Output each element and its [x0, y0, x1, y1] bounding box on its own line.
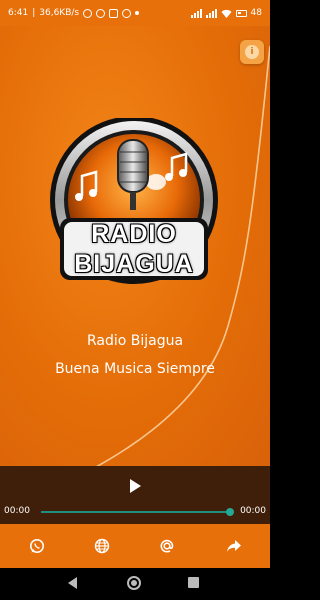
station-slogan: Buena Musica Siempre [55, 361, 215, 377]
system-nav-bar [0, 568, 270, 600]
station-logo: RADIO BIJAGUA [46, 116, 222, 294]
signal-icon [190, 8, 202, 18]
chat-icon [109, 8, 119, 18]
main-area: i RADIO BIJAGUA Radio Bijagua Buena Musi… [0, 26, 270, 466]
status-time: 6:41 [8, 8, 29, 18]
home-icon[interactable] [127, 576, 141, 590]
recent-apps-icon[interactable] [188, 577, 199, 588]
email-button[interactable] [157, 536, 177, 556]
status-separator: | [32, 8, 36, 18]
total-time: 00:00 [240, 506, 266, 516]
website-button[interactable] [92, 536, 112, 556]
player-bar: 00:00 00:00 [0, 466, 270, 524]
current-time: 00:00 [4, 506, 30, 516]
notification-icon [122, 8, 132, 18]
logo-text-bijagua: BIJAGUA [74, 250, 194, 278]
seek-thumb[interactable] [226, 508, 234, 516]
play-button[interactable] [124, 476, 144, 496]
logo-text-radio: RADIO [91, 220, 177, 248]
info-button[interactable]: i [240, 40, 264, 64]
signal-icon-2 [205, 8, 217, 18]
at-icon [160, 539, 174, 553]
bottom-toolbar [0, 524, 270, 568]
whatsapp-button[interactable] [27, 536, 47, 556]
whatsapp-icon [30, 539, 44, 553]
status-bar: 6:41 | 36,6KB/s 48 [0, 0, 270, 26]
seek-bar[interactable] [41, 511, 231, 513]
globe-icon [94, 538, 110, 554]
app-screen: 6:41 | 36,6KB/s 48 i RADIO BIJAGUA Radio… [0, 0, 270, 600]
back-icon[interactable] [68, 577, 77, 589]
info-icon: i [245, 45, 259, 59]
network-speed: 36,6KB/s [39, 8, 80, 18]
more-notifications-icon [135, 11, 140, 15]
alarm-icon [83, 8, 93, 18]
wifi-icon [221, 9, 232, 18]
share-icon [227, 540, 241, 552]
battery-icon [235, 9, 247, 17]
share-button[interactable] [224, 536, 244, 556]
battery-level: 48 [250, 8, 262, 18]
clock-icon [96, 8, 106, 18]
station-name: Radio Bijagua [86, 333, 184, 349]
